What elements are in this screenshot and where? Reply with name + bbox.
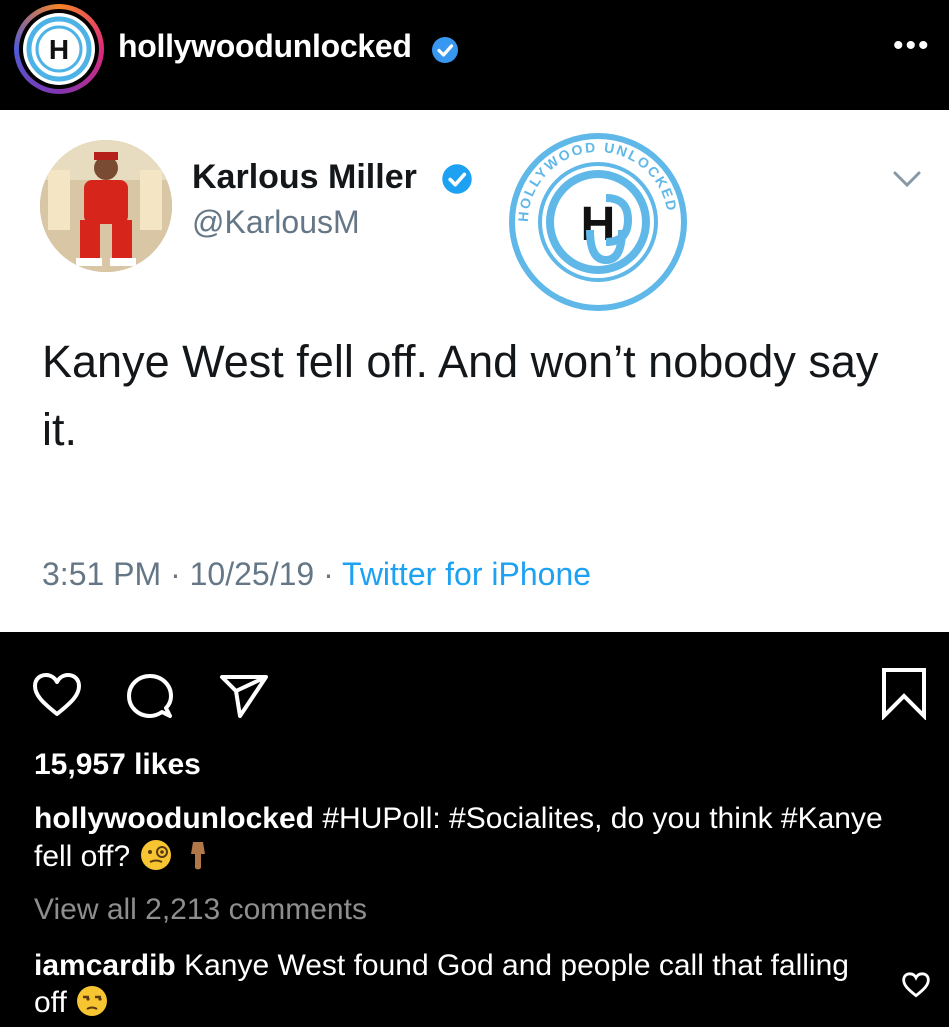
tweet-author-name: Karlous Miller bbox=[192, 158, 417, 196]
tweet-meta: 3:51 PM · 10/25/19 · Twitter for iPhone bbox=[42, 556, 591, 593]
account-avatar[interactable]: H bbox=[14, 4, 104, 94]
hollywood-unlocked-logo: H bbox=[23, 13, 95, 85]
post-caption: hollywoodunlocked #HUPoll: #Socialites, … bbox=[34, 800, 894, 876]
hollywood-unlocked-watermark: HOLLYWOOD UNLOCKED H bbox=[506, 130, 690, 319]
chevron-down-icon[interactable] bbox=[892, 170, 922, 193]
tweet-timestamp: 3:51 PM · 10/25/19 · bbox=[42, 556, 343, 592]
more-options-icon[interactable]: ••• bbox=[893, 31, 931, 61]
small-heart-icon[interactable] bbox=[902, 972, 930, 1003]
tweet-author-avatar bbox=[40, 140, 172, 272]
unamused-face-emoji-icon bbox=[75, 984, 109, 1018]
likes-count[interactable]: 15,957 likes bbox=[34, 748, 201, 782]
share-icon[interactable] bbox=[218, 672, 270, 725]
post-header: H hollywoodunlocked ••• bbox=[0, 0, 949, 110]
svg-text:H: H bbox=[49, 34, 69, 65]
post-username[interactable]: hollywoodunlocked bbox=[118, 28, 412, 65]
verified-icon bbox=[430, 35, 460, 70]
pointing-down-emoji-icon bbox=[181, 838, 215, 872]
caption-username[interactable]: hollywoodunlocked bbox=[34, 802, 314, 835]
verified-icon bbox=[440, 162, 474, 201]
heart-icon[interactable] bbox=[32, 672, 82, 723]
top-comment: iamcardib Kanye West found God and peopl… bbox=[34, 948, 874, 1021]
view-all-comments-link[interactable]: View all 2,213 comments bbox=[34, 893, 367, 927]
tweet-text: Kanye West fell off. And won’t nobody sa… bbox=[42, 336, 879, 455]
face-with-monocle-emoji-icon bbox=[139, 838, 173, 872]
comment-username[interactable]: iamcardib bbox=[34, 949, 176, 982]
tweet-source: Twitter for iPhone bbox=[342, 556, 592, 592]
tweet-author-handle: @KarlousM bbox=[192, 204, 360, 240]
action-bar bbox=[0, 632, 949, 742]
tweet-image: Karlous Miller @KarlousM HOLLYWOOD UNLOC… bbox=[0, 110, 949, 632]
bookmark-icon[interactable] bbox=[880, 666, 928, 725]
comment-icon[interactable] bbox=[126, 672, 174, 725]
